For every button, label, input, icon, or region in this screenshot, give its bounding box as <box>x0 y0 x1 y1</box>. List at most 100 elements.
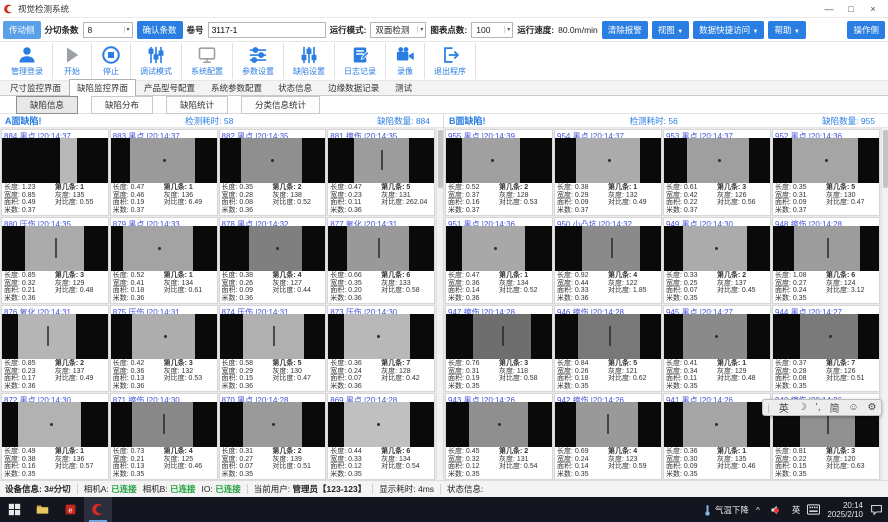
drive-side-button[interactable]: 传动侧 <box>3 21 41 39</box>
close-icon[interactable]: × <box>862 2 884 16</box>
ime-halfwidth-moon-icon[interactable]: ☽ <box>798 402 807 413</box>
tool-monitor-button[interactable]: 系统配置 <box>182 43 233 79</box>
defect-cell-946[interactable]: 946 擦伤 |20:14:28长度: 0.84宽度: 0.26面积: 0.18… <box>554 305 662 392</box>
ime-emoji-icon[interactable]: ☺ <box>848 402 858 413</box>
defect-cell-870[interactable]: 870 黑点 |20:14:28长度: 0.31宽度: 0.27面积: 0.07… <box>219 393 327 480</box>
defect-meta: 长度: 0.84宽度: 0.26面积: 0.18米数: 0.35第几条: 5灰度… <box>555 359 661 391</box>
start-button[interactable] <box>0 497 28 522</box>
ime-lang-english[interactable]: 英 <box>779 400 789 415</box>
defect-cell-869[interactable]: 869 黑点 |20:14:28长度: 0.44宽度: 0.33面积: 0.12… <box>327 393 435 480</box>
defect-cell-872[interactable]: 872 黑点 |20:14:30长度: 0.49宽度: 0.38面积: 0.16… <box>1 393 109 480</box>
defect-cell-942[interactable]: 942 擦伤 |20:14:26长度: 0.69宽度: 0.24面积: 0.14… <box>554 393 662 480</box>
defect-cell-874[interactable]: 874 压伤 |20:14:31长度: 0.58宽度: 0.29面积: 0.15… <box>219 305 327 392</box>
tab-6[interactable]: 测试 <box>387 79 420 95</box>
tool-stop-button[interactable]: 停止 <box>92 43 131 79</box>
clock[interactable]: 20:142025/2/10 <box>827 501 863 519</box>
defect-cell-952[interactable]: 952 黑点 |20:14:36长度: 0.35宽度: 0.31面积: 0.09… <box>772 129 880 216</box>
confirm-count-button[interactable]: 确认条数 <box>137 21 183 39</box>
run-mode-select[interactable]: 双面检测 ▾ <box>370 22 426 38</box>
ime-drag-handle[interactable]: | <box>767 403 769 413</box>
tool-user-button[interactable]: 管理登录 <box>2 43 53 79</box>
defect-cell-950[interactable]: 950 小凸坑 |20:14:32长度: 0.92宽度: 0.44面积: 0.3… <box>554 217 662 304</box>
defect-cell-882[interactable]: 882 黑点 |20:14:35长度: 0.35宽度: 0.28面积: 0.08… <box>219 129 327 216</box>
defect-cell-878[interactable]: 878 黑点 |20:14:32长度: 0.38宽度: 0.26面积: 0.09… <box>219 217 327 304</box>
scrollbar-b[interactable] <box>881 128 888 480</box>
tab-1[interactable]: 缺陷监控界面 <box>69 79 136 96</box>
defect-cell-947[interactable]: 947 擦伤 |20:14:28长度: 0.76宽度: 0.31面积: 0.19… <box>445 305 553 392</box>
weather-widget[interactable]: 气温下降 <box>703 504 749 516</box>
tool-sliders-v2-button[interactable]: 缺陷设置 <box>284 43 335 79</box>
defect-meta: 长度: 0.38宽度: 0.26面积: 0.09米数: 0.36第几条: 4灰度… <box>220 271 326 303</box>
subtab-0[interactable]: 缺陷信息 <box>16 96 78 114</box>
defect-cell-header: 871 擦伤 |20:14:30 <box>111 394 217 402</box>
tool-sliders-v-button[interactable]: 调试模式 <box>131 43 182 79</box>
taskbar-app-inspection-system[interactable] <box>84 497 112 522</box>
defect-cell-header: 873 压伤 |20:14:30 <box>328 306 434 314</box>
defect-cell-954[interactable]: 954 黑点 |20:14:37长度: 0.38宽度: 0.29面积: 0.09… <box>554 129 662 216</box>
tool-log-button[interactable]: 日志记录 <box>335 43 386 79</box>
defect-cell-941[interactable]: 941 黑点 |20:14:26长度: 0.36宽度: 0.30面积: 0.09… <box>663 393 771 480</box>
maximize-icon[interactable]: □ <box>840 2 862 16</box>
tool-label: 退出程序 <box>434 66 466 77</box>
tab-5[interactable]: 边缘数据记录 <box>320 79 387 95</box>
operate-side-button[interactable]: 操作侧 <box>847 21 885 39</box>
tool-camera-button[interactable]: 录像 <box>386 43 425 79</box>
scrollbar-thumb[interactable] <box>438 130 443 188</box>
notification-center-icon[interactable] <box>870 503 883 516</box>
defect-cell-945[interactable]: 945 黑点 |20:14:27长度: 0.41宽度: 0.34面积: 0.11… <box>663 305 771 392</box>
sliders-v2-icon <box>299 45 319 65</box>
data-quick-access-menu-button[interactable]: 数据快捷访问 ▼ <box>693 21 764 39</box>
defect-cell-943[interactable]: 943 黑点 |20:14:26长度: 0.45宽度: 0.32面积: 0.12… <box>445 393 553 480</box>
tool-play-button[interactable]: 开始 <box>53 43 92 79</box>
defect-cell-881[interactable]: 881 擦伤 |20:14:35长度: 0.47宽度: 0.23面积: 0.11… <box>327 129 435 216</box>
ime-punctuation-icon[interactable]: ’, <box>816 402 821 413</box>
chart-points-select[interactable]: 100 ▾ <box>471 22 513 38</box>
subtab-1[interactable]: 缺陷分布 <box>91 96 153 114</box>
scrollbar-a[interactable] <box>436 128 443 480</box>
defect-cell-877[interactable]: 877 氧化 |20:14:31长度: 0.66宽度: 0.35面积: 0.20… <box>327 217 435 304</box>
defect-cell-875[interactable]: 875 压伤 |20:14:31长度: 0.42宽度: 0.36面积: 0.13… <box>110 305 218 392</box>
tool-sliders-h-button[interactable]: 参数设置 <box>233 43 284 79</box>
defect-cell-879[interactable]: 879 黑点 |20:14:33长度: 0.52宽度: 0.41面积: 0.18… <box>110 217 218 304</box>
touch-keyboard-icon[interactable] <box>807 504 820 515</box>
defect-cell-880[interactable]: 880 压伤 |20:14:35长度: 0.85宽度: 0.32面积: 0.21… <box>1 217 109 304</box>
defect-cell-955[interactable]: 955 黑点 |20:14:39长度: 0.52宽度: 0.37面积: 0.16… <box>445 129 553 216</box>
defect-cell-951[interactable]: 951 黑点 |20:14:36长度: 0.47宽度: 0.36面积: 0.14… <box>445 217 553 304</box>
subtab-3[interactable]: 分类信息统计 <box>241 96 320 114</box>
defect-cell-953[interactable]: 953 黑点 |20:14:37长度: 0.61宽度: 0.42面积: 0.22… <box>663 129 771 216</box>
volume-icon[interactable] <box>767 501 785 519</box>
tab-0[interactable]: 尺寸监控界面 <box>2 79 69 95</box>
clear-alarm-button[interactable]: 清除报警 <box>602 21 648 39</box>
defect-cell-948[interactable]: 948 擦伤 |20:14:28长度: 1.08宽度: 0.27面积: 0.24… <box>772 217 880 304</box>
tool-exit-button[interactable]: 退出程序 <box>425 43 476 79</box>
view-menu-button[interactable]: 视图 ▼ <box>652 21 689 39</box>
defect-cell-944[interactable]: 944 黑点 |20:14:27长度: 0.37宽度: 0.28面积: 0.08… <box>772 305 880 392</box>
slit-count-select[interactable]: 8 ▾ <box>83 22 133 38</box>
taskbar-app-red-1[interactable]: e <box>56 497 84 522</box>
tab-2[interactable]: 产品型号配置 <box>136 79 203 95</box>
defect-thumbnail <box>220 226 326 271</box>
tab-4[interactable]: 状态信息 <box>270 79 320 95</box>
ime-toolbar: | 英 ☽ ’, 简 ☺ ⚙ <box>762 399 882 416</box>
taskbar-app-file-explorer[interactable] <box>28 497 56 522</box>
defect-cell-873[interactable]: 873 压伤 |20:14:30长度: 0.36宽度: 0.24面积: 0.07… <box>327 305 435 392</box>
defect-cell-876[interactable]: 876 氧化 |20:14:31长度: 0.85宽度: 0.23面积: 0.17… <box>1 305 109 392</box>
scrollbar-thumb[interactable] <box>883 130 888 188</box>
tab-3[interactable]: 系统参数配置 <box>203 79 270 95</box>
roll-number-label: 卷号 <box>187 24 204 36</box>
defect-cell-949[interactable]: 949 黑点 |20:14:30长度: 0.33宽度: 0.25面积: 0.07… <box>663 217 771 304</box>
tray-expand-chevron-icon[interactable]: ^ <box>756 505 760 515</box>
minimize-icon[interactable]: — <box>818 2 840 16</box>
chevron-down-icon: ▼ <box>753 29 759 35</box>
subtab-2[interactable]: 缺陷统计 <box>166 96 228 114</box>
ime-settings-gear-icon[interactable]: ⚙ <box>868 402 877 413</box>
help-menu-button[interactable]: 帮助 ▼ <box>768 21 805 39</box>
user-icon <box>17 45 37 65</box>
roll-number-input[interactable] <box>208 22 326 38</box>
defect-cell-871[interactable]: 871 擦伤 |20:14:30长度: 0.73宽度: 0.21面积: 0.13… <box>110 393 218 480</box>
camera-b-status: 相机B: 已连接 <box>143 483 196 495</box>
defect-cell-883[interactable]: 883 黑点 |20:14:37长度: 0.47宽度: 0.46面积: 0.19… <box>110 129 218 216</box>
ime-language-indicator[interactable]: 英 <box>792 504 801 516</box>
ime-simplified[interactable]: 简 <box>829 400 839 415</box>
defect-cell-884[interactable]: 884 黑点 |20:14:37长度: 1.23宽度: 0.85面积: 0.49… <box>1 129 109 216</box>
